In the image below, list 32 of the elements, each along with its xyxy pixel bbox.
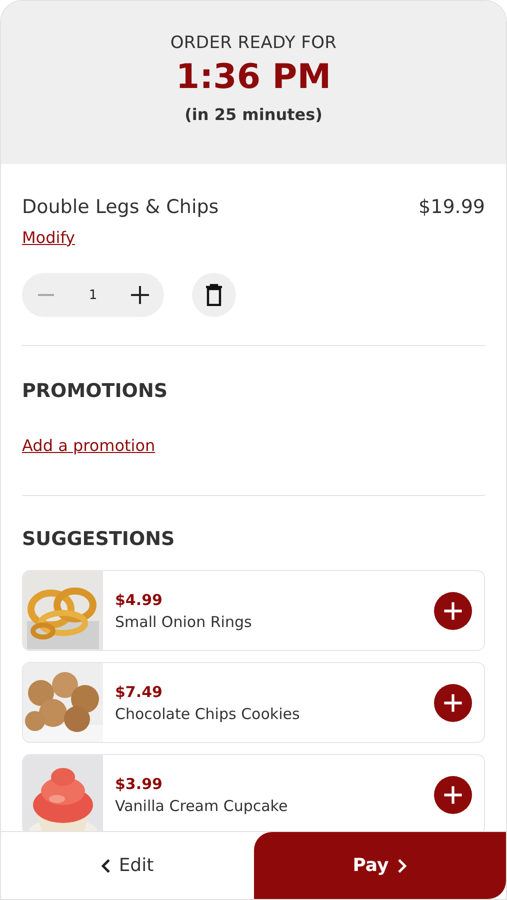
- increase-button[interactable]: [128, 283, 152, 307]
- pay-button[interactable]: Pay: [254, 832, 506, 899]
- promotions-heading: PROMOTIONS: [22, 380, 169, 402]
- ready-time: 1:36 PM: [176, 57, 332, 97]
- suggestion-name: Small Onion Rings: [115, 612, 253, 630]
- delete-button[interactable]: [192, 273, 236, 317]
- suggestion-price: $4.99: [115, 590, 164, 608]
- suggestion-name: Chocolate Chips Cookies: [115, 704, 301, 722]
- item-price: $19.99: [418, 196, 485, 218]
- chevron-left-icon: [100, 858, 111, 872]
- add-button[interactable]: [434, 592, 472, 630]
- plus-icon: [442, 600, 464, 622]
- suggestion-card[interactable]: $4.99 Small Onion Rings: [22, 570, 485, 651]
- modify-link[interactable]: Modify: [22, 228, 76, 247]
- chevron-right-icon: [396, 858, 407, 872]
- add-button[interactable]: [434, 684, 472, 722]
- suggestion-price: $3.99: [115, 774, 164, 792]
- plus-icon: [442, 784, 464, 806]
- plus-icon: [442, 692, 464, 714]
- suggestion-price: $7.49: [115, 682, 164, 700]
- trash-icon: [205, 284, 223, 306]
- add-button[interactable]: [434, 776, 472, 814]
- item-name: Double Legs & Chips: [22, 196, 219, 218]
- suggestion-card[interactable]: $7.49 Chocolate Chips Cookies: [22, 662, 485, 743]
- eta-text: (in 25 minutes): [184, 105, 322, 124]
- plus-icon: [130, 285, 150, 305]
- minus-icon: [38, 294, 54, 296]
- add-promotion-link[interactable]: Add a promotion: [22, 436, 156, 455]
- quantity-value: 1: [88, 288, 98, 302]
- ready-label: ORDER READY FOR: [170, 33, 337, 53]
- suggestion-name: Vanilla Cream Cupcake: [115, 796, 289, 814]
- suggestions-heading: SUGGESTIONS: [22, 528, 176, 550]
